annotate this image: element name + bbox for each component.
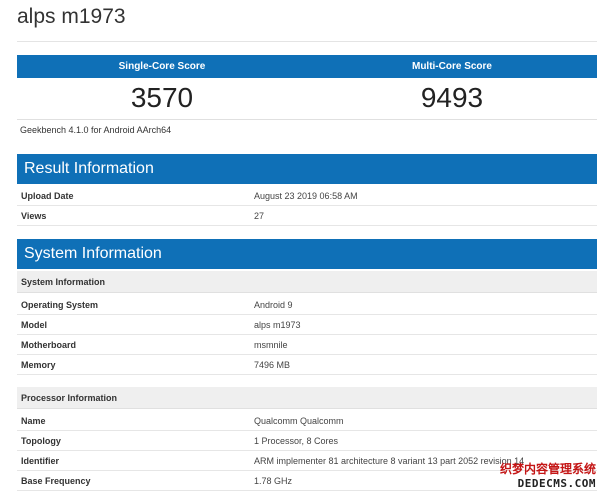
row-label: Name bbox=[21, 416, 46, 426]
row-label: Identifier bbox=[21, 456, 60, 466]
watermark-line-2: DEDECMS.COM bbox=[517, 477, 596, 490]
table-row: Views 27 bbox=[17, 206, 597, 226]
row-label: Memory bbox=[21, 360, 56, 370]
row-value: 1.78 GHz bbox=[254, 476, 293, 486]
watermark-line-1: 织梦内容管理系统 bbox=[499, 462, 596, 476]
benchmark-version: Geekbench 4.1.0 for Android AArch64 bbox=[20, 125, 172, 135]
processor-subsection-heading: Processor Information bbox=[17, 387, 597, 409]
row-value: 1 Processor, 8 Cores bbox=[254, 436, 339, 446]
row-label: Motherboard bbox=[21, 340, 76, 350]
system-information-heading: System Information bbox=[17, 239, 597, 269]
row-value: Qualcomm Qualcomm bbox=[254, 416, 344, 426]
row-label: Topology bbox=[21, 436, 61, 446]
table-row: Name Qualcomm Qualcomm bbox=[17, 411, 597, 431]
result-information-heading: Result Information bbox=[17, 154, 597, 184]
row-value: ARM implementer 81 architecture 8 varian… bbox=[254, 456, 525, 466]
row-value: 7496 MB bbox=[254, 360, 291, 370]
page-title: alps m1973 bbox=[17, 5, 126, 28]
row-label: Views bbox=[21, 211, 47, 221]
score-header: Single-Core Score Multi-Core Score bbox=[17, 55, 597, 78]
score-values: 3570 9493 bbox=[17, 78, 597, 120]
row-value: August 23 2019 06:58 AM bbox=[254, 191, 358, 201]
site-watermark: 织梦内容管理系统 DEDECMS.COM bbox=[500, 460, 596, 490]
row-value: 27 bbox=[254, 211, 265, 221]
row-value: Android 9 bbox=[254, 300, 293, 310]
row-label: Base Frequency bbox=[21, 476, 91, 486]
table-row: Memory 7496 MB bbox=[17, 355, 597, 375]
single-core-label: Single-Core Score bbox=[118, 61, 206, 72]
multi-core-score: 9493 bbox=[420, 82, 484, 113]
table-row: Topology 1 Processor, 8 Cores bbox=[17, 431, 597, 451]
system-subsection-heading: System Information bbox=[17, 271, 597, 293]
row-value: alps m1973 bbox=[254, 320, 301, 330]
table-row: Operating System Android 9 bbox=[17, 295, 597, 315]
row-value: msmnile bbox=[254, 340, 288, 350]
row-label: Model bbox=[21, 320, 47, 330]
table-row: Upload Date August 23 2019 06:58 AM bbox=[17, 186, 597, 206]
title-divider bbox=[17, 41, 597, 42]
single-core-score: 3570 bbox=[130, 82, 194, 113]
table-row: Model alps m1973 bbox=[17, 315, 597, 335]
row-label: Operating System bbox=[21, 300, 99, 310]
row-label: Upload Date bbox=[21, 191, 74, 201]
multi-core-label: Multi-Core Score bbox=[411, 61, 492, 72]
table-row: Motherboard msmnile bbox=[17, 335, 597, 355]
